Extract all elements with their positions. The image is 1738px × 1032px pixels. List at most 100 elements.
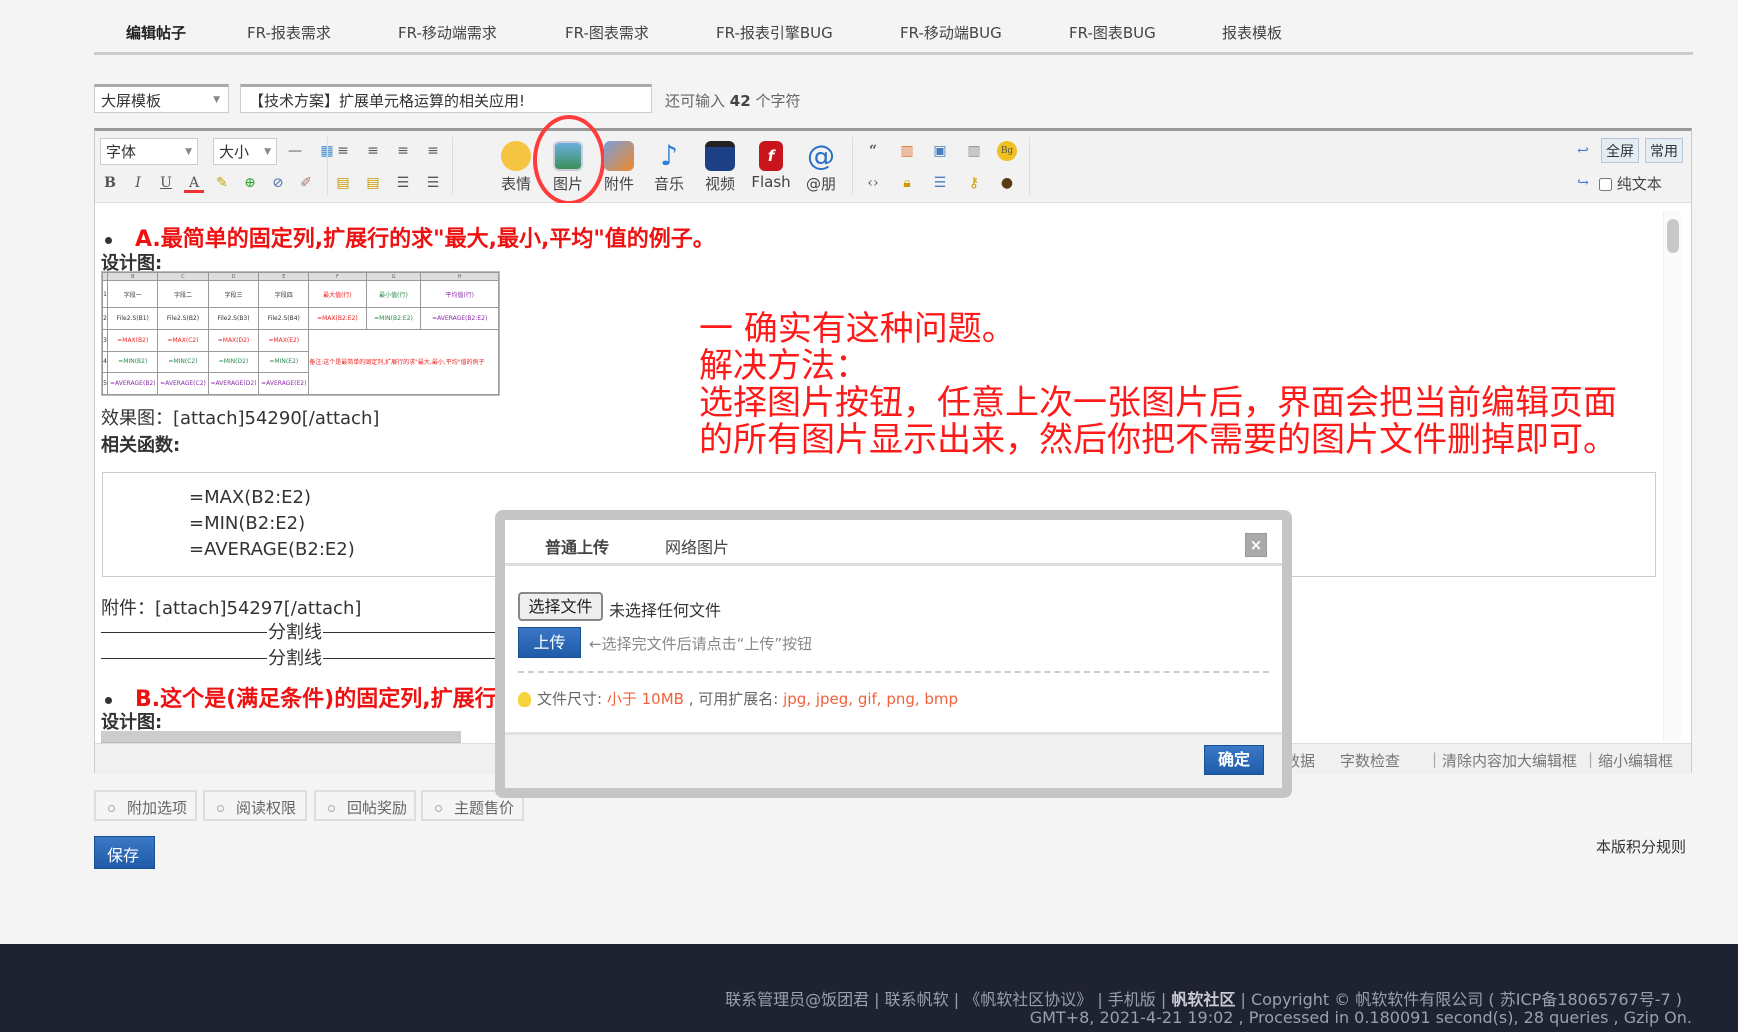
category-select[interactable]: 大屏模板 ▼ (94, 84, 229, 113)
design-cell: 最小值(行) (365, 279, 422, 309)
tab-fr-mobile-bug[interactable]: FR-移动端BUG (900, 22, 1002, 43)
design-cell: File2.S(B4) (258, 307, 310, 330)
category-value: 大屏模板 (101, 92, 162, 110)
float-left-icon[interactable]: ▤ (333, 173, 353, 193)
align-right-icon[interactable]: ≡ (393, 141, 413, 161)
tab-fr-report-req[interactable]: FR-报表需求 (247, 22, 331, 43)
shrink-link[interactable]: 缩小编辑框 (1598, 750, 1673, 771)
ext-value: jpg, jpeg, gif, png, bmp (783, 690, 959, 708)
tab-fr-engine-bug[interactable]: FR-报表引擎BUG (716, 22, 833, 43)
flash-icon: f (759, 141, 783, 171)
free-icon[interactable]: ▥ (897, 141, 917, 161)
font-select[interactable]: 字体 ▼ (100, 138, 198, 165)
upload-button[interactable]: 上传 (518, 627, 581, 658)
column-icon[interactable]: ▥ (964, 141, 984, 161)
design-cell: =AVERAGE(B2:E2) (420, 307, 499, 330)
upload-hint: ←选择完文件后请点击“上传”按钮 (589, 635, 813, 653)
red-annotation: 一 确实有这种问题。 解决方法： 选择图片按钮，任意上次一张图片后，界面会把当前… (699, 311, 1617, 459)
video-button[interactable]: 视频 (696, 141, 744, 194)
attachment-button[interactable]: 附件 (595, 141, 643, 194)
code-icon[interactable]: ‹› (863, 173, 883, 193)
contact-admin-link[interactable]: 联系管理员@饭团君 (725, 990, 869, 1009)
unlink-icon[interactable]: ⊘ (268, 173, 288, 193)
plaintext-toggle[interactable]: 纯文本 (1599, 173, 1662, 194)
font-value: 字体 (106, 143, 137, 161)
unordered-list-icon[interactable]: ☰ (423, 173, 443, 193)
key-icon[interactable]: ⚷ (964, 173, 984, 193)
tab-label: 附加选项 (127, 799, 188, 817)
design-cell: =MIN(B2:E2) (365, 307, 422, 330)
ordered-list-icon[interactable]: ☰ (393, 173, 413, 193)
design-cell: =AVERAGE(B2) (107, 372, 159, 395)
italic-icon[interactable]: I (128, 173, 148, 193)
tab-read-permission[interactable]: 阅读权限 (203, 790, 307, 821)
site-footer: 联系管理员@饭团君 | 联系帆软 | 《帆软社区协议》 | 手机版 | 帆软社区… (0, 944, 1738, 1032)
align-justify-icon[interactable]: ≡ (423, 141, 443, 161)
community-link[interactable]: 帆软社区 (1171, 990, 1235, 1009)
design-cell: 备注:这个是最简单的固定列,扩展行的求"最大,最小,平均"值的例子 (308, 328, 499, 396)
tab-fr-chart-req[interactable]: FR-图表需求 (565, 22, 649, 43)
choose-file-button[interactable]: 选择文件 (518, 592, 603, 621)
tab-edit-post[interactable]: 编辑帖子 (126, 22, 186, 43)
underline-icon[interactable]: U (156, 173, 176, 193)
title-input[interactable]: 【技术方案】扩展单元格运算的相关应用! (240, 84, 652, 113)
highlight-icon[interactable]: ✎ (212, 173, 232, 193)
lightbulb-icon (518, 692, 531, 707)
save-button[interactable]: 保存 (94, 836, 155, 869)
lock-icon[interactable]: 🔒︎ (897, 173, 917, 193)
bold-icon[interactable]: B (100, 173, 120, 193)
design-cell: D (207, 272, 260, 281)
fullscreen-button[interactable]: 全屏 (1601, 138, 1639, 163)
music-note-icon: ♪ (660, 139, 678, 172)
formula: =MIN(B2:E2) (189, 513, 306, 534)
align-left-icon[interactable]: ≡ (333, 141, 353, 161)
annotation-line: 解决方法： (699, 346, 869, 386)
confirm-button[interactable]: 确定 (1204, 745, 1264, 775)
design-cell: =MAX(C2) (157, 328, 209, 352)
counter-prefix: 还可输入 (665, 92, 726, 110)
design-cell: =AVERAGE(E2) (258, 372, 310, 395)
background-icon[interactable]: Bg (997, 141, 1017, 161)
formula: =AVERAGE(B2:E2) (189, 539, 355, 560)
mobile-link[interactable]: 手机版 (1108, 990, 1156, 1009)
font-color-icon[interactable]: A (184, 173, 204, 193)
align-center-icon[interactable]: ≡ (363, 141, 383, 161)
tab-fr-chart-bug[interactable]: FR-图表BUG (1069, 22, 1156, 43)
scrollbar-thumb[interactable] (1667, 219, 1679, 253)
clear-link[interactable]: 清除内容 (1442, 750, 1502, 771)
tab-web-image[interactable]: 网络图片 (665, 534, 729, 558)
link-icon[interactable]: ⊕ (240, 173, 260, 193)
wordcheck-link[interactable]: 字数检查 (1340, 750, 1400, 771)
file-limits: 文件尺寸: 小于 10MB , 可用扩展名: jpg, jpeg, gif, p… (518, 688, 958, 709)
char-counter: 还可输入 42 个字符 (665, 90, 800, 111)
design-cell: File2.S(B1) (107, 307, 159, 330)
tab-fr-mobile-req[interactable]: FR-移动端需求 (398, 22, 497, 43)
flash-button[interactable]: f Flash (747, 141, 795, 191)
contact-company-link[interactable]: 联系帆软 (885, 990, 949, 1009)
undo-icon[interactable]: ↩ (1573, 141, 1593, 161)
common-button[interactable]: 常用 (1645, 138, 1683, 163)
format-brush-icon[interactable]: ✐ (296, 173, 316, 193)
hr-icon[interactable]: — (285, 141, 305, 161)
icp-link[interactable]: 苏ICP备18065767号-7 (1500, 990, 1671, 1009)
password-icon[interactable]: ● (997, 173, 1017, 193)
plaintext-checkbox[interactable] (1599, 178, 1612, 191)
music-button[interactable]: ♪ 音乐 (645, 141, 693, 194)
counter-suffix: 个字符 (755, 92, 801, 110)
rules-link[interactable]: 本版积分规则 (1596, 836, 1686, 857)
mention-button[interactable]: @ @朋 (797, 141, 845, 194)
quote-icon[interactable]: “ (863, 141, 883, 161)
editor-scrollbar[interactable] (1663, 211, 1681, 741)
enlarge-link[interactable]: 加大编辑框 (1502, 750, 1577, 771)
size-select[interactable]: 大小 ▼ (213, 138, 277, 165)
tab-reply-reward[interactable]: 回帖奖励 (314, 790, 416, 821)
tab-extra-options[interactable]: 附加选项 (94, 790, 197, 821)
tab-normal-upload[interactable]: 普通上传 (545, 534, 609, 558)
indent-icon[interactable]: ☰ (930, 173, 950, 193)
redo-icon[interactable]: ↪ (1573, 173, 1593, 193)
page-icon[interactable]: ▣ (930, 141, 950, 161)
tab-report-template[interactable]: 报表模板 (1222, 22, 1282, 43)
agreement-link[interactable]: 《帆软社区协议》 (964, 990, 1092, 1009)
close-button[interactable]: × (1245, 533, 1267, 557)
float-right-icon[interactable]: ▤ (363, 173, 383, 193)
